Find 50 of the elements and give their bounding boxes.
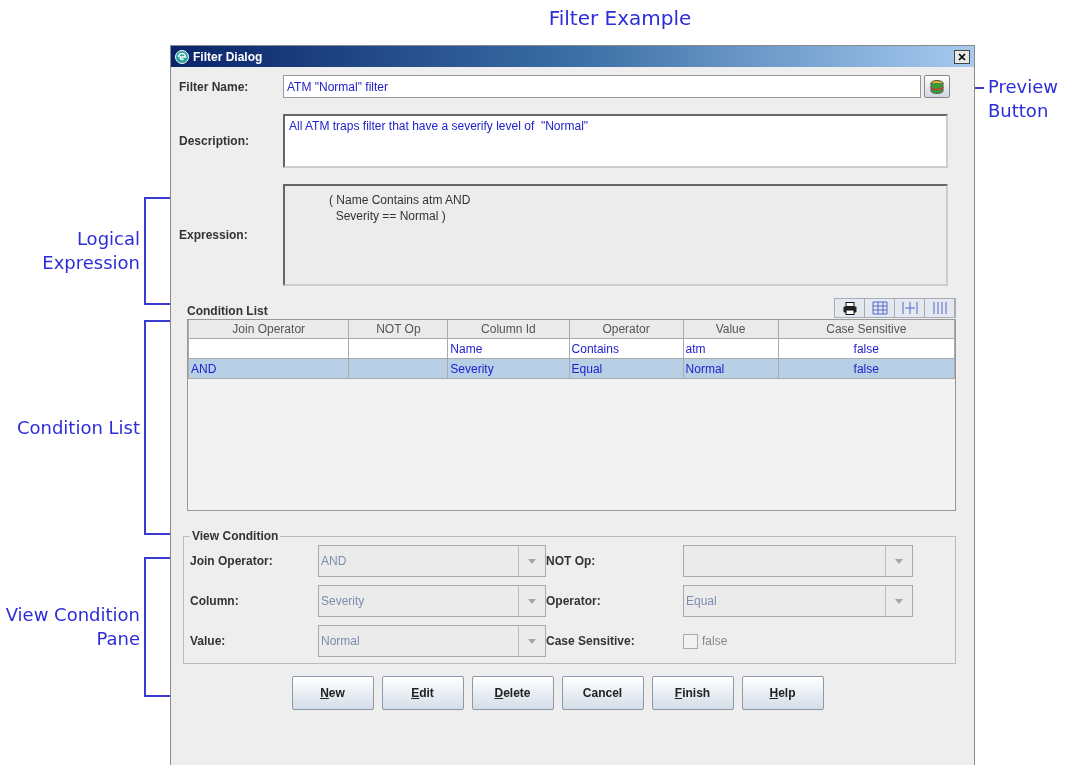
field-label: Join Operator: [190, 554, 274, 568]
printer-icon [842, 301, 857, 315]
grid-icon [871, 301, 888, 315]
close-icon [958, 52, 966, 61]
table-cell: AND [188, 358, 349, 379]
table-row[interactable]: AND Severity Equal Normal false [188, 358, 955, 379]
field-label: Description: [179, 134, 250, 148]
field-label: Case Sensitive: [546, 634, 636, 648]
dialog-button[interactable]: Cancel [561, 676, 644, 710]
columns-icon [931, 301, 948, 315]
column-header[interactable]: Case Sensitive [778, 320, 955, 339]
column-header[interactable]: Column Id [447, 320, 570, 339]
annotation-label: Condition List [15, 415, 140, 440]
group-title: View Condition [191, 529, 280, 543]
app-logo-icon [175, 49, 189, 64]
column-header[interactable]: NOT Op [348, 320, 448, 339]
checkbox-label: false [702, 634, 728, 648]
section-title: Condition List [187, 304, 268, 318]
dialog-button[interactable]: Delete [471, 676, 554, 710]
description-field[interactable]: All ATM traps filter that have a severify level of "Normal" [283, 114, 948, 168]
dialog-button[interactable]: Edit [381, 676, 464, 710]
dropdown-arrow-icon [895, 598, 903, 604]
field-label: NOT Op: [546, 554, 597, 568]
page-title: Filter Example [548, 6, 692, 30]
column-header[interactable]: Value [683, 320, 779, 339]
annotation-label: Logical Expression [41, 227, 140, 275]
dropdown-arrow-icon [528, 558, 536, 564]
field-label: Filter Name: [179, 79, 250, 94]
column-resize-icon [901, 301, 918, 315]
field-label: Value: [190, 634, 227, 648]
database-icon [929, 78, 945, 95]
annotation-label: Preview Button [988, 75, 1060, 123]
expression-area: ( Name Contains atm AND Severity == Normal ) [283, 184, 948, 286]
field-label: Column: [190, 594, 240, 608]
filter-name-field[interactable]: ATM "Normal" filter [283, 75, 921, 98]
column-header[interactable]: Join Operator [188, 320, 349, 339]
dropdown-arrow-icon [528, 638, 536, 644]
field-label: Operator: [546, 594, 602, 608]
column-header[interactable]: Operator [569, 320, 684, 339]
dropdown-arrow-icon [895, 558, 903, 564]
dialog-button[interactable]: Help [741, 676, 824, 710]
window-title: Filter Dialog [193, 49, 264, 64]
dialog-button[interactable]: Finish [651, 676, 734, 710]
close-button[interactable] [954, 49, 970, 64]
annotation-label: View Condition Pane [4, 603, 140, 651]
dropdown-arrow-icon [528, 598, 536, 604]
dialog-button[interactable]: New [291, 676, 374, 710]
field-label: Expression: [179, 228, 249, 242]
table-row[interactable]: Name Contains atm false [188, 338, 955, 359]
preview-button[interactable] [924, 75, 950, 98]
